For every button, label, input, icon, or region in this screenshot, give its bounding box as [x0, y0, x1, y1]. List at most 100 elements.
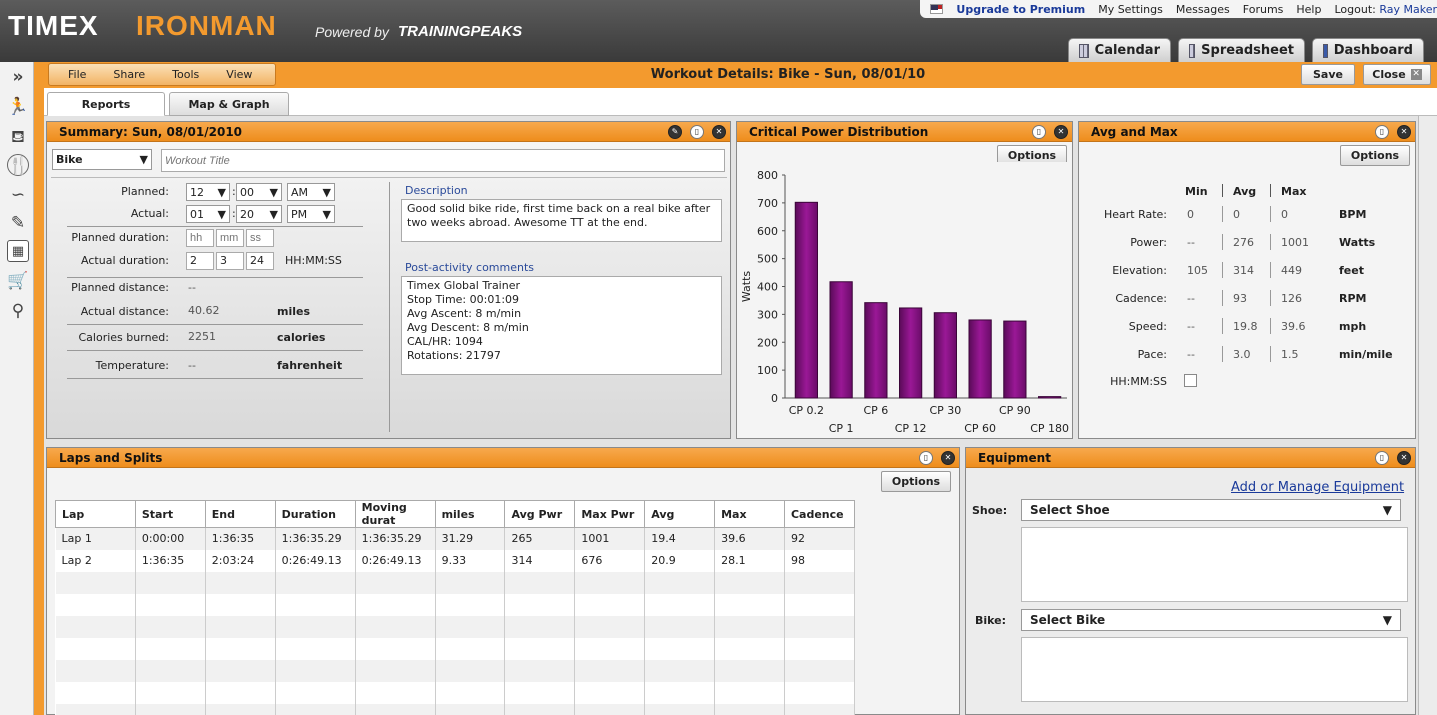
laps-col-header[interactable]: Duration — [274, 500, 356, 528]
actual-duration-mm[interactable]: 3 — [216, 252, 244, 270]
avgmax-row-label: Power: — [1130, 236, 1167, 249]
table-row[interactable] — [55, 593, 856, 616]
expand-sidebar-icon[interactable]: » — [7, 66, 29, 88]
laps-col-header[interactable]: Max — [714, 500, 785, 528]
hhmmss-checkbox[interactable] — [1184, 374, 1197, 387]
maximize-icon[interactable]: ▯ — [1375, 451, 1389, 465]
actual-duration-ss[interactable]: 24 — [246, 252, 274, 270]
grid-dashboard-icon[interactable]: ▦ — [7, 240, 29, 262]
temperature-value[interactable]: -- — [188, 359, 196, 372]
fork-knife-icon[interactable]: 🍴 — [7, 154, 29, 176]
close-panel-icon[interactable]: ✕ — [941, 451, 955, 465]
laps-cell: 0:26:49.13 — [355, 549, 436, 572]
table-row[interactable] — [55, 637, 856, 660]
planned-duration-hh[interactable] — [186, 229, 214, 247]
food-icon[interactable]: ⛾ — [7, 126, 29, 148]
actual-ampm-select[interactable]: PM ▼ — [287, 205, 335, 223]
laps-col-header[interactable]: Moving durat — [354, 500, 436, 528]
dashboard-icon — [1323, 43, 1328, 58]
cp-bar[interactable] — [829, 281, 853, 399]
post-activity-textarea[interactable]: Timex Global Trainer Stop Time: 00:01:09… — [401, 276, 722, 375]
maximize-icon[interactable]: ▯ — [919, 451, 933, 465]
cp-bar[interactable] — [794, 201, 818, 399]
description-textarea[interactable]: Good solid bike ride, first time back on… — [401, 199, 722, 242]
calories-value[interactable]: 2251 — [188, 330, 216, 343]
bike-select[interactable]: Select Bike ▼ — [1021, 609, 1401, 631]
tab-reports[interactable]: Reports — [47, 92, 165, 116]
laps-col-header[interactable]: miles — [434, 500, 506, 528]
scrollbar[interactable] — [1418, 116, 1437, 715]
tab-calendar[interactable]: Calendar — [1068, 38, 1171, 62]
laps-col-header[interactable]: Lap — [55, 500, 136, 528]
menu-file[interactable]: File — [68, 68, 86, 81]
forums-link[interactable]: Forums — [1243, 3, 1284, 16]
table-row[interactable] — [55, 681, 856, 704]
maximize-icon[interactable]: ▯ — [690, 125, 704, 139]
upgrade-link[interactable]: Upgrade to Premium — [956, 3, 1085, 16]
cart-icon[interactable]: 🛒 — [7, 270, 29, 292]
planned-duration-ss[interactable] — [246, 229, 274, 247]
table-row[interactable]: Lap 1 0:00:00 1:36:35 1:36:35.29 1:36:35.29 3… — [55, 527, 856, 550]
workout-title-input[interactable] — [161, 149, 725, 172]
close-panel-icon[interactable]: ✕ — [1054, 125, 1068, 139]
cp-bar[interactable] — [1003, 320, 1027, 399]
maximize-icon[interactable]: ▯ — [1375, 125, 1389, 139]
save-button[interactable]: Save — [1301, 64, 1355, 85]
runner-icon[interactable]: 🏃 — [7, 96, 29, 118]
close-panel-icon[interactable]: ✕ — [712, 125, 726, 139]
laps-cell: Lap 1 — [55, 527, 136, 550]
avgmax-options-button[interactable]: Options — [1340, 145, 1410, 166]
planned-minute-select[interactable]: 00 ▼ — [236, 183, 282, 201]
messages-link[interactable]: Messages — [1176, 3, 1230, 16]
actual-distance-value[interactable]: 40.62 — [188, 304, 220, 317]
table-row[interactable] — [55, 571, 856, 594]
close-button[interactable]: Close ✕ — [1363, 64, 1431, 85]
laps-col-header[interactable]: Start — [134, 500, 206, 528]
planned-duration-mm[interactable] — [216, 229, 244, 247]
shoe-select[interactable]: Select Shoe ▼ — [1021, 499, 1401, 521]
menu-tools[interactable]: Tools — [172, 68, 199, 81]
logout-link[interactable]: Logout: Ray Maker — [1334, 3, 1437, 16]
table-row[interactable] — [55, 659, 856, 682]
laps-col-header[interactable]: End — [204, 500, 276, 528]
sport-select[interactable]: Bike ▼ — [52, 149, 152, 170]
laps-col-header[interactable]: Cadence — [783, 500, 856, 528]
laps-options-button[interactable]: Options — [881, 471, 951, 492]
dropdown-arrow-icon: ▼ — [139, 153, 148, 166]
tab-map-graph[interactable]: Map & Graph — [169, 92, 289, 116]
actual-hour-select[interactable]: 01 ▼ — [186, 205, 230, 223]
menu-share[interactable]: Share — [113, 68, 145, 81]
close-panel-icon[interactable]: ✕ — [1397, 451, 1411, 465]
planned-ampm-select[interactable]: AM ▼ — [287, 183, 335, 201]
route-icon[interactable]: ∽ — [7, 184, 29, 206]
cp-bar[interactable] — [1038, 396, 1062, 399]
laps-col-header[interactable]: Avg — [644, 500, 716, 528]
cp-bar[interactable] — [933, 312, 957, 399]
summary-header: Summary: Sun, 08/01/2010 ✎ ▯ ✕ — [47, 122, 730, 142]
tab-dashboard[interactable]: Dashboard — [1312, 38, 1424, 62]
laps-col-header[interactable]: Max Pwr — [574, 500, 646, 528]
actual-duration-hh[interactable]: 2 — [186, 252, 214, 270]
edit-icon[interactable]: ✎ — [668, 125, 682, 139]
workout-menu: File Share Tools View — [48, 63, 276, 86]
laps-col-header[interactable]: Avg Pwr — [504, 500, 576, 528]
search-icon[interactable]: ⚲ — [7, 300, 29, 322]
cp-bar[interactable] — [899, 307, 923, 399]
my-settings-link[interactable]: My Settings — [1098, 3, 1163, 16]
table-row[interactable] — [55, 703, 856, 715]
x-tick-label: CP 90 — [999, 404, 1031, 417]
planned-hour-select[interactable]: 12 ▼ — [186, 183, 230, 201]
menu-view[interactable]: View — [226, 68, 252, 81]
table-row[interactable] — [55, 615, 856, 638]
maximize-icon[interactable]: ▯ — [1032, 125, 1046, 139]
edit-note-icon[interactable]: ✎ — [7, 212, 29, 234]
cp-bar[interactable] — [968, 319, 992, 399]
tab-spreadsheet[interactable]: Spreadsheet — [1178, 38, 1305, 62]
actual-minute-select[interactable]: 20 ▼ — [236, 205, 282, 223]
help-link[interactable]: Help — [1296, 3, 1321, 16]
manage-equipment-link[interactable]: Add or Manage Equipment — [1231, 480, 1404, 495]
cp-bar[interactable] — [864, 302, 888, 399]
y-tick-label: 0 — [771, 392, 778, 405]
table-row[interactable]: Lap 2 1:36:35 2:03:24 0:26:49.13 0:26:49.13 9… — [55, 549, 856, 572]
close-panel-icon[interactable]: ✕ — [1397, 125, 1411, 139]
